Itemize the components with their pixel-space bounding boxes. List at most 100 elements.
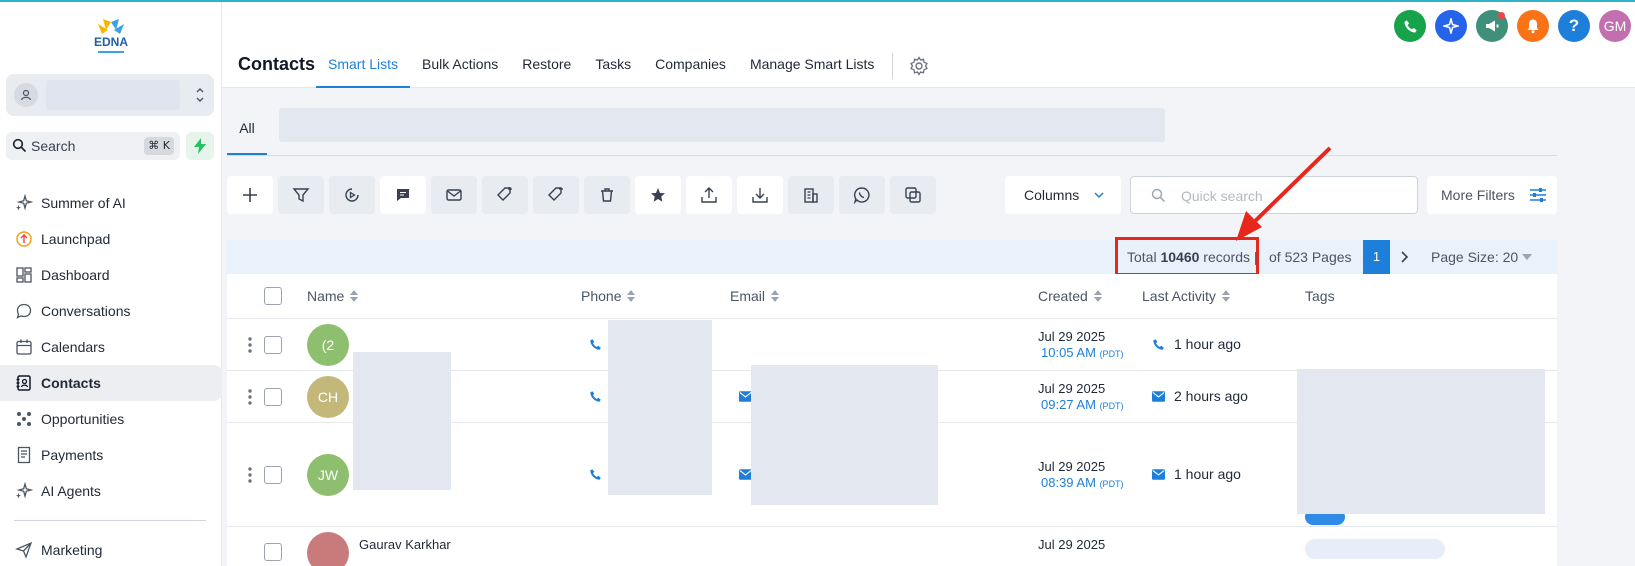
- avatar[interactable]: [307, 532, 349, 566]
- sidebar-item-contacts[interactable]: Contacts: [0, 365, 222, 401]
- last-activity: 2 hours ago: [1152, 388, 1248, 404]
- ai-assistant-button[interactable]: [1435, 10, 1467, 42]
- sparkle-icon: [14, 481, 34, 501]
- tab-tasks[interactable]: Tasks: [583, 42, 643, 88]
- smart-list-tab-all[interactable]: All: [227, 110, 267, 156]
- company-button[interactable]: [788, 176, 834, 214]
- caret-down-icon[interactable]: [1522, 254, 1532, 260]
- avatar[interactable]: (2: [307, 324, 349, 366]
- settings-button[interactable]: [903, 42, 929, 88]
- table-row[interactable]: Gaurav Karkhar Jul 29 2025: [227, 527, 1557, 566]
- sidebar-item-launchpad[interactable]: Launchpad: [0, 221, 222, 257]
- automation-button[interactable]: [329, 176, 375, 214]
- more-vertical-icon[interactable]: [247, 388, 253, 406]
- phone-icon[interactable]: [589, 468, 602, 481]
- column-header-name[interactable]: Name: [307, 274, 359, 318]
- account-switcher[interactable]: [6, 74, 214, 116]
- row-checkbox[interactable]: [264, 388, 282, 406]
- search-icon: [12, 138, 27, 153]
- building-icon: [804, 188, 818, 203]
- delete-button[interactable]: [584, 176, 630, 214]
- more-vertical-icon[interactable]: [247, 336, 253, 354]
- name-redacted: [353, 352, 451, 490]
- import-button[interactable]: [737, 176, 783, 214]
- created-time-value: 09:27 AM: [1041, 397, 1096, 412]
- upload-icon: [701, 187, 717, 203]
- column-header-phone[interactable]: Phone: [581, 274, 636, 318]
- sidebar-item-marketing[interactable]: Marketing: [0, 532, 222, 566]
- filter-button[interactable]: [278, 176, 324, 214]
- sidebar-item-summer-of-ai[interactable]: Summer of AI: [0, 185, 222, 221]
- send-email-button[interactable]: [431, 176, 477, 214]
- column-header-email[interactable]: Email: [730, 274, 780, 318]
- avatar[interactable]: JW: [307, 454, 349, 496]
- row-checkbox[interactable]: [264, 336, 282, 354]
- sidebar-item-label: AI Agents: [41, 483, 101, 499]
- sidebar-search[interactable]: Search ⌘ K: [6, 132, 180, 160]
- sliders-icon: [1529, 188, 1546, 202]
- send-sms-button[interactable]: [380, 176, 426, 214]
- column-header-created[interactable]: Created: [1038, 274, 1103, 318]
- chevron-right-icon[interactable]: [1397, 249, 1411, 265]
- sidebar: EDNA Search ⌘ K Summer of AI Launchpad D…: [0, 2, 222, 566]
- email-redacted: [751, 365, 938, 505]
- last-activity: 1 hour ago: [1152, 336, 1241, 352]
- tab-restore[interactable]: Restore: [510, 42, 583, 88]
- help-button[interactable]: ?: [1558, 10, 1590, 42]
- receipt-icon: [14, 445, 34, 465]
- created-date: Jul 29 2025: [1038, 537, 1106, 552]
- row-checkbox[interactable]: [264, 466, 282, 484]
- duplicate-icon: [905, 187, 921, 203]
- user-icon: [20, 89, 32, 101]
- favorite-button[interactable]: [635, 176, 681, 214]
- tab-manage-smart-lists[interactable]: Manage Smart Lists: [738, 42, 887, 88]
- sidebar-item-conversations[interactable]: Conversations: [0, 293, 222, 329]
- notification-dot: [1498, 12, 1505, 19]
- tab-smart-lists[interactable]: Smart Lists: [316, 42, 411, 88]
- contacts-book-icon: [14, 373, 34, 393]
- whatsapp-button[interactable]: [839, 176, 885, 214]
- more-filters-button[interactable]: More Filters: [1427, 176, 1557, 214]
- user-avatar[interactable]: GM: [1599, 10, 1631, 42]
- add-tag-button[interactable]: [482, 176, 528, 214]
- add-contact-button[interactable]: [227, 176, 273, 214]
- quick-search-placeholder: Quick search: [1181, 188, 1263, 204]
- select-all-checkbox[interactable]: [264, 287, 282, 305]
- remove-tag-button[interactable]: [533, 176, 579, 214]
- contact-name[interactable]: Gaurav Karkhar: [359, 537, 451, 552]
- phone-icon[interactable]: [589, 338, 602, 351]
- sidebar-item-ai-agents[interactable]: AI Agents: [0, 473, 222, 509]
- phone-button[interactable]: [1394, 10, 1426, 42]
- page-button-current[interactable]: 1: [1363, 240, 1390, 274]
- more-vertical-icon[interactable]: [247, 466, 253, 484]
- sort-icon: [771, 290, 780, 302]
- export-button[interactable]: [686, 176, 732, 214]
- pipeline-icon: [14, 409, 34, 429]
- workflow-play-icon: [345, 188, 359, 202]
- notifications-button[interactable]: [1517, 10, 1549, 42]
- announcements-button[interactable]: [1476, 10, 1508, 42]
- sidebar-item-opportunities[interactable]: Opportunities: [0, 401, 222, 437]
- sidebar-item-calendars[interactable]: Calendars: [0, 329, 222, 365]
- tag-chip[interactable]: [1305, 539, 1445, 559]
- column-label: Created: [1038, 288, 1088, 304]
- sidebar-item-label: Marketing: [41, 542, 103, 558]
- phone-icon[interactable]: [589, 390, 602, 403]
- phone-icon: [1403, 19, 1417, 33]
- quick-actions-button[interactable]: [186, 132, 214, 160]
- columns-dropdown[interactable]: Columns: [1005, 176, 1121, 214]
- tab-companies[interactable]: Companies: [643, 42, 738, 88]
- quick-search-input[interactable]: Quick search: [1130, 176, 1418, 214]
- brand-logo[interactable]: EDNA: [88, 18, 134, 58]
- account-avatar: [14, 83, 38, 107]
- merge-button[interactable]: [890, 176, 936, 214]
- sidebar-item-payments[interactable]: Payments: [0, 437, 222, 473]
- column-header-last-activity[interactable]: Last Activity: [1142, 274, 1231, 318]
- page-size-select[interactable]: Page Size: 20: [1431, 249, 1518, 265]
- column-label: Last Activity: [1142, 288, 1216, 304]
- sort-icon: [1093, 290, 1102, 302]
- row-checkbox[interactable]: [264, 543, 282, 561]
- sidebar-item-dashboard[interactable]: Dashboard: [0, 257, 222, 293]
- avatar[interactable]: CH: [307, 376, 349, 418]
- tab-bulk-actions[interactable]: Bulk Actions: [410, 42, 510, 88]
